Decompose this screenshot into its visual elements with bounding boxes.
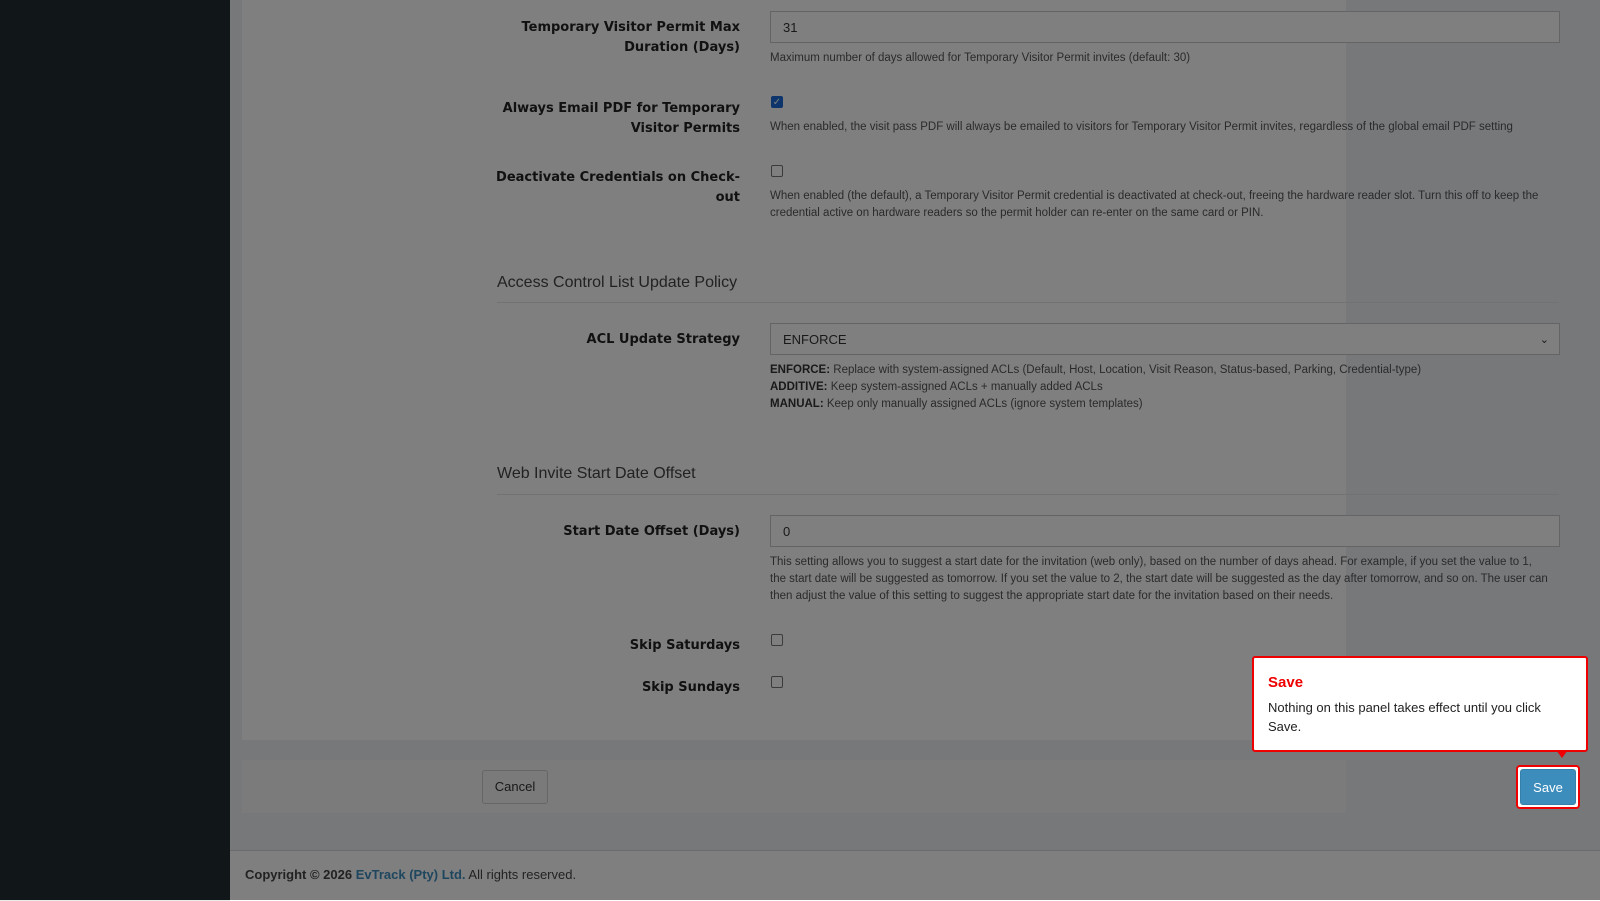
tooltip-title: Save [1268,674,1304,691]
tooltip-body: Nothing on this panel takes effect until… [1268,700,1541,734]
tooltip-arrow [1556,750,1568,758]
tour-tooltip: Save Nothing on this panel takes effect … [1252,656,1588,752]
tour-overlay [0,0,1600,900]
save-button[interactable]: Save [1520,769,1576,805]
